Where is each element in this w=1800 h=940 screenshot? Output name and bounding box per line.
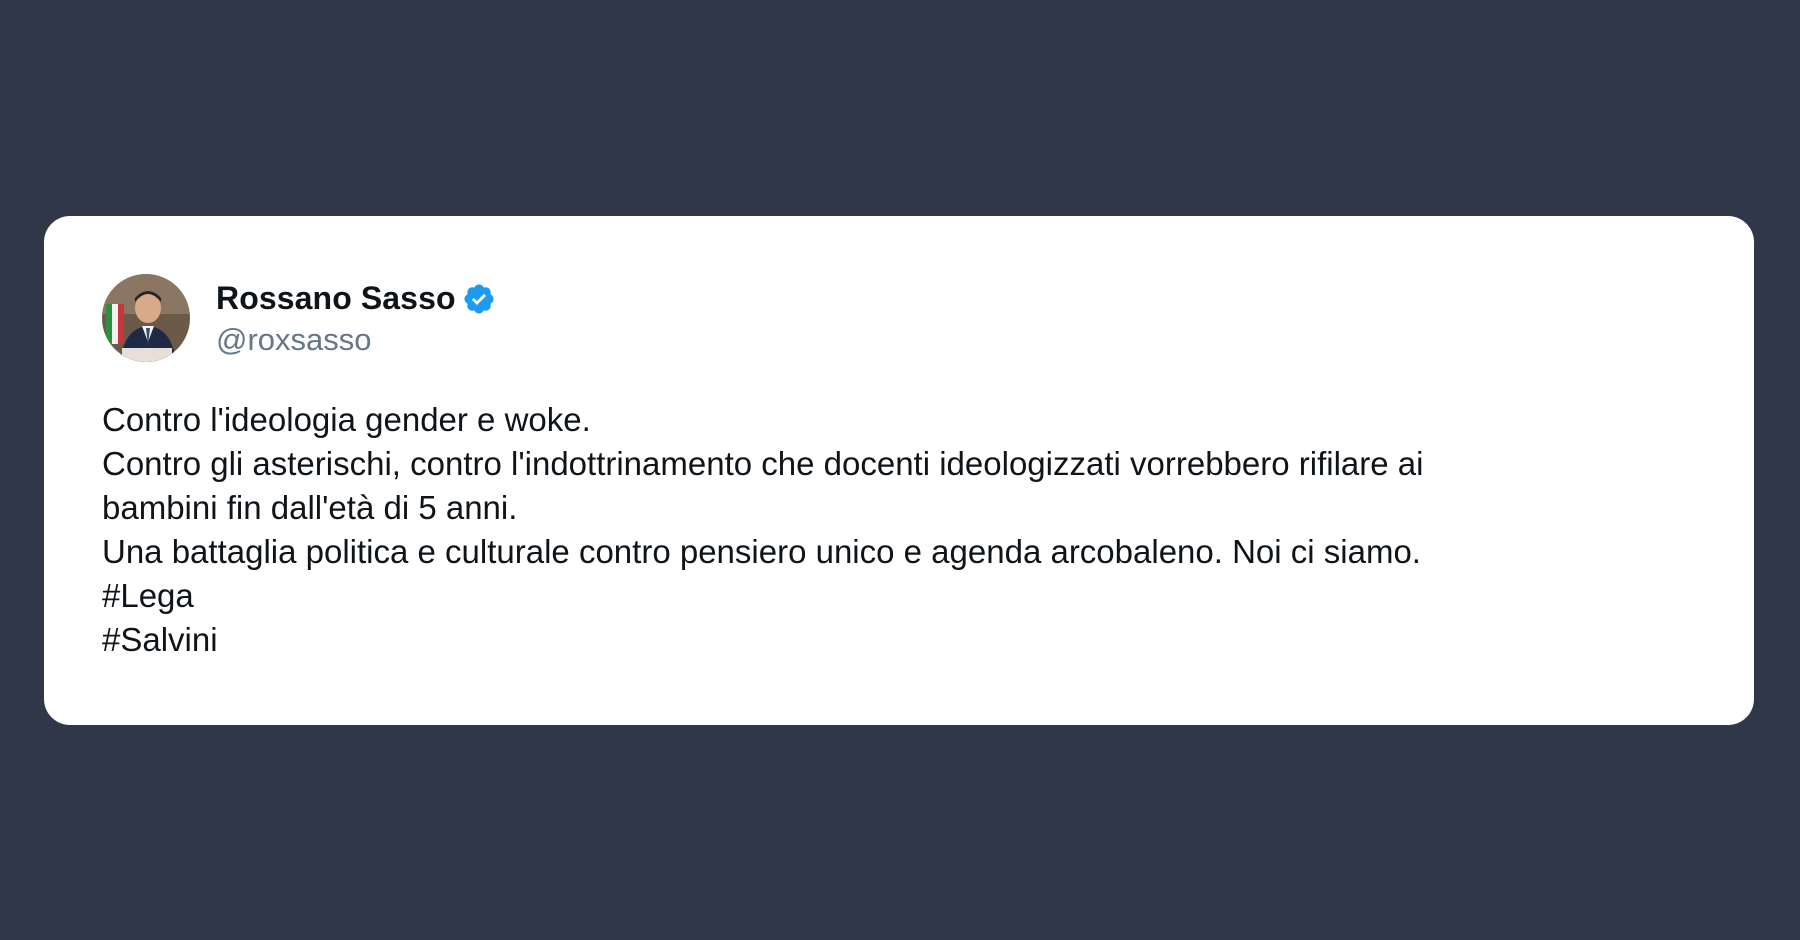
display-name-row: Rossano Sasso [216,279,496,319]
author-handle[interactable]: @roxsasso [216,322,496,358]
tweet-line: Una battaglia politica e culturale contr… [102,533,1421,570]
hashtag-lega[interactable]: #Lega [102,574,1702,618]
avatar[interactable] [102,274,190,362]
tweet-header: Rossano Sasso @roxsasso [102,274,496,362]
author-names: Rossano Sasso @roxsasso [216,279,496,358]
tweet-line: Contro gli asterischi, contro l'indottri… [102,445,1424,482]
display-name[interactable]: Rossano Sasso [216,280,456,317]
tweet-line: bambini fin dall'età di 5 anni. [102,489,518,526]
tweet-card: Rossano Sasso @roxsasso Contro l'ideolog… [44,216,1754,725]
verified-badge-icon [462,282,496,316]
hashtag-salvini[interactable]: #Salvini [102,618,1702,662]
tweet-body: Contro l'ideologia gender e woke. Contro… [102,398,1702,662]
avatar-image [102,274,190,362]
tweet-line: Contro l'ideologia gender e woke. [102,401,591,438]
